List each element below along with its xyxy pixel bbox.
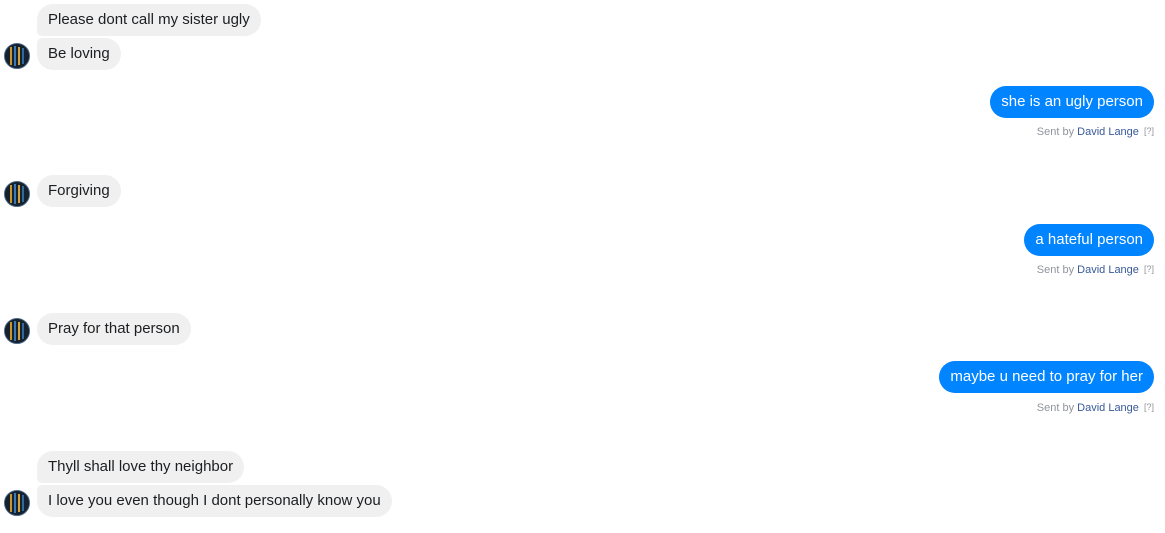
help-link[interactable]: [?] [1144, 402, 1154, 412]
incoming-message[interactable]: Be loving [37, 38, 121, 70]
sent-by-prefix: Sent by [1036, 264, 1075, 276]
contact-avatar-icon[interactable] [4, 181, 30, 207]
outgoing-message[interactable]: maybe u need to pray for her [939, 361, 1154, 393]
incoming-message[interactable]: I love you even though I dont personally… [37, 485, 392, 517]
contact-avatar-icon[interactable] [4, 490, 30, 516]
contact-avatar-icon[interactable] [4, 318, 30, 344]
help-link[interactable]: [?] [1144, 126, 1154, 136]
sender-name-link[interactable]: David Lange [1077, 402, 1139, 414]
sent-by-label: Sent by David Lange [?] [1037, 402, 1154, 414]
incoming-message[interactable]: Please dont call my sister ugly [37, 4, 261, 36]
sent-by-label: Sent by David Lange [?] [1037, 264, 1154, 276]
help-link[interactable]: [?] [1144, 264, 1154, 274]
sent-by-prefix: Sent by [1036, 402, 1075, 414]
incoming-message[interactable]: Thyll shall love thy neighbor [37, 451, 245, 483]
contact-avatar-icon[interactable] [4, 43, 30, 69]
sent-by-prefix: Sent by [1036, 126, 1075, 138]
sender-name-link[interactable]: David Lange [1077, 264, 1139, 276]
incoming-message[interactable]: Pray for that person [37, 313, 191, 345]
sender-name-link[interactable]: David Lange [1077, 126, 1139, 138]
incoming-message[interactable]: Forgiving [37, 175, 121, 207]
outgoing-message[interactable]: a hateful person [1024, 224, 1154, 256]
outgoing-message[interactable]: she is an ugly person [990, 86, 1154, 118]
sent-by-label: Sent by David Lange [?] [1037, 126, 1154, 138]
